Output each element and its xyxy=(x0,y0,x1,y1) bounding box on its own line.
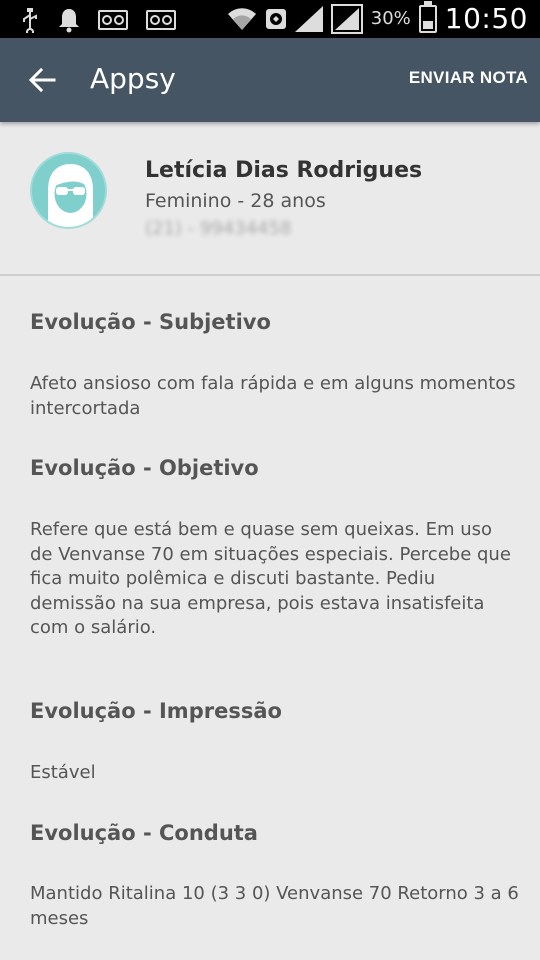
avatar xyxy=(30,152,107,229)
status-bar-right: 30% 10:50 xyxy=(227,0,528,35)
voicemail-icon xyxy=(146,6,176,34)
section-title-conduta: Evolução - Conduta xyxy=(30,821,258,845)
voicemail-icon xyxy=(98,6,128,34)
patient-header: Letícia Dias Rodrigues Feminino - 28 ano… xyxy=(0,122,540,276)
section-text-subjetivo: Afeto ansioso com fala rápida e em algun… xyxy=(30,373,516,419)
app-title: Appsy xyxy=(90,62,176,95)
section-text-conduta: Mantido Ritalina 10 (3 3 0) Venvanse 70 … xyxy=(30,883,519,929)
back-button[interactable] xyxy=(22,60,62,100)
patient-name: Letícia Dias Rodrigues xyxy=(145,158,423,183)
send-note-button[interactable]: ENVIAR NOTA xyxy=(409,68,528,88)
sync-icon xyxy=(265,5,287,33)
battery-charging-icon xyxy=(418,0,437,33)
patient-phone: (21) - 99434458 xyxy=(145,218,292,239)
female-avatar-icon xyxy=(43,164,98,227)
status-bar-left xyxy=(20,6,176,34)
section-text-objetivo: Refere que está bem e quase sem queixas.… xyxy=(30,519,511,638)
battery-percent: 30% xyxy=(370,8,411,29)
app-bar: Appsy ENVIAR NOTA xyxy=(0,38,540,122)
clock: 10:50 xyxy=(444,2,528,35)
section-title-subjetivo: Evolução - Subjetivo xyxy=(30,310,271,334)
patient-meta: Feminino - 28 anos xyxy=(145,190,326,212)
usb-icon xyxy=(20,6,40,34)
signal-icon xyxy=(294,5,323,32)
section-title-objetivo: Evolução - Objetivo xyxy=(30,456,259,480)
signal-icon xyxy=(330,3,363,34)
arrow-back-icon xyxy=(28,67,56,93)
notification-bell-icon xyxy=(58,6,80,34)
section-text-impressao: Estável xyxy=(30,762,96,783)
status-bar: 30% 10:50 xyxy=(0,0,540,38)
wifi-icon xyxy=(227,5,257,33)
section-title-impressao: Evolução - Impressão xyxy=(30,699,282,723)
